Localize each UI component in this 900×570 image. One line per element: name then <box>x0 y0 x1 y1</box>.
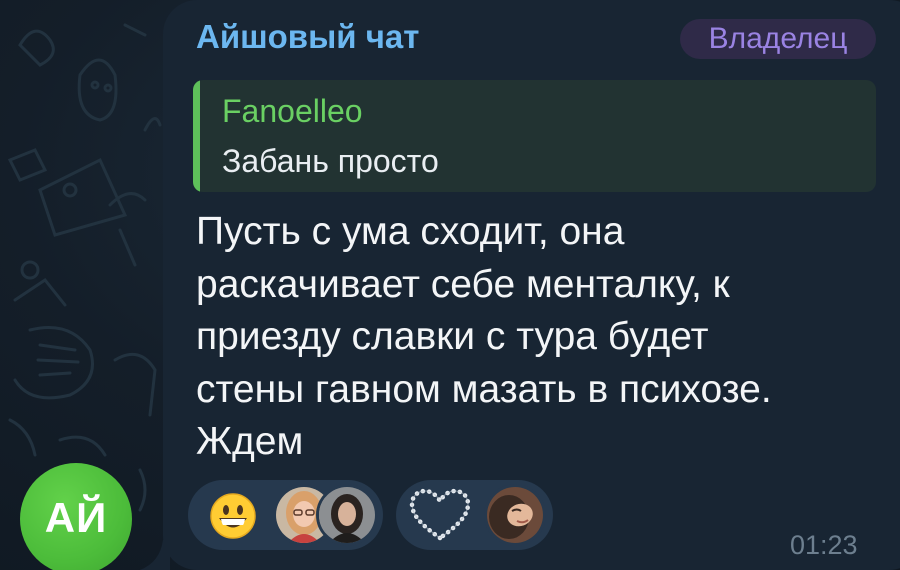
message-line: раскачивает себе менталку, к <box>196 262 730 306</box>
owner-badge: Владелец <box>680 19 876 59</box>
reply-author: Fanoelleo <box>222 93 363 129</box>
message-line: Ждем <box>196 420 304 463</box>
bubble-tail <box>140 540 170 570</box>
message-time: 01:23 <box>790 530 858 560</box>
sender-avatar[interactable]: АЙ <box>20 463 132 570</box>
message-line: приезду славки с тура будет <box>196 315 709 358</box>
sender-avatar-initials: АЙ <box>44 494 108 541</box>
reply-text: Забань просто <box>222 143 439 179</box>
grinning-face-icon <box>210 493 256 539</box>
reactor-avatar[interactable] <box>316 484 378 546</box>
reply-accent-bar <box>193 80 200 192</box>
reply-quote[interactable]: Fanoelleo Забань просто <box>193 80 876 192</box>
reaction-grinning[interactable] <box>188 480 383 550</box>
sender-name[interactable]: Айшовый чат <box>196 18 419 56</box>
message-line: стены гавном мазать в психозе. <box>196 367 772 411</box>
pearl-heart-icon <box>409 488 471 541</box>
reaction-heart[interactable] <box>396 480 553 550</box>
message-text: Пусть с ума сходит, она раскачивает себе… <box>196 206 876 469</box>
message-line: Пусть с ума сходит, она <box>196 210 625 253</box>
reactor-avatar[interactable] <box>484 484 546 546</box>
